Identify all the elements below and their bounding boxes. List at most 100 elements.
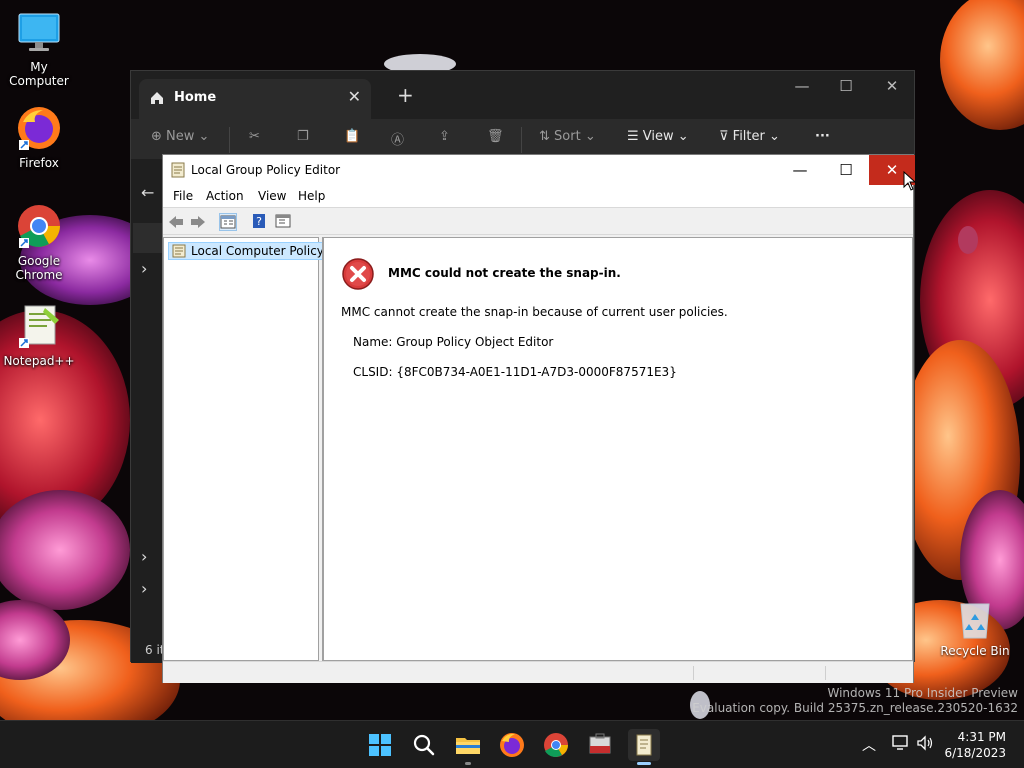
tab-title: Home — [174, 90, 217, 105]
error-title: MMC could not create the snap-in. — [388, 266, 621, 280]
mouse-cursor-icon — [903, 171, 917, 191]
explorer-command-bar: ⊕ New ⌄ ✂ ❐ 📋 Ⓐ ⇪ 🗑 ⇅ Sort ⌄ ☰ View ⌄ ⊽ … — [131, 119, 914, 159]
volume-icon[interactable] — [916, 735, 934, 755]
sort-label: Sort — [554, 129, 581, 144]
clock-date: 6/18/2023 — [944, 746, 1006, 760]
taskbar-chrome[interactable] — [540, 729, 572, 761]
desktop-icon-my-computer[interactable]: My Computer — [0, 8, 78, 88]
error-name: Name: Group Policy Object Editor — [353, 335, 554, 349]
desktop-icon-label: Recycle Bin — [940, 644, 1010, 658]
explorer-nav-strip: ← › › › — [131, 159, 163, 663]
show-hidden-icons-chevron-up-icon[interactable]: ︿ — [862, 735, 876, 755]
desktop-icon-label: Firefox — [19, 156, 59, 170]
minimize-icon[interactable]: — — [779, 77, 825, 95]
policy-scroll-icon — [171, 162, 185, 181]
minimize-button[interactable]: — — [777, 155, 823, 185]
policy-scroll-icon — [636, 734, 652, 756]
windows-logo-icon — [369, 734, 391, 756]
filter-label: Filter — [732, 129, 765, 144]
console-tree-pane: Local Computer Policy — [163, 237, 329, 661]
taskbar-app-toolbox[interactable] — [584, 729, 616, 761]
divider — [229, 127, 230, 153]
clock-time: 4:31 PM — [957, 730, 1006, 744]
tree-item-label: Local Computer Policy — [191, 244, 324, 258]
filter-button[interactable]: ⊽ Filter ⌄ — [719, 129, 780, 144]
close-icon[interactable]: ✕ — [869, 77, 915, 95]
tree-item-local-computer-policy[interactable]: Local Computer Policy — [168, 242, 329, 260]
result-pane: MMC could not create the snap-in. MMC ca… — [322, 237, 913, 661]
divider — [521, 127, 522, 153]
start-button[interactable] — [364, 729, 396, 761]
view-button[interactable]: ☰ View ⌄ — [627, 129, 689, 144]
home-icon — [149, 90, 165, 110]
explorer-tab-bar: Home ✕ + — ☐ ✕ — [131, 71, 914, 119]
chevron-right-icon[interactable]: › — [141, 259, 147, 278]
rename-icon[interactable]: Ⓐ — [391, 129, 404, 148]
group-policy-editor-window[interactable]: Local Group Policy Editor — ☐ ✕ File Act… — [162, 154, 915, 683]
running-indicator — [465, 762, 471, 765]
new-label: New — [166, 129, 195, 144]
menu-help[interactable]: Help — [298, 189, 325, 203]
desktop-icon-label: Google Chrome — [15, 254, 63, 282]
firefox-icon — [15, 104, 63, 152]
delete-icon[interactable]: 🗑 — [487, 129, 504, 144]
paste-icon[interactable]: 📋 — [344, 129, 360, 144]
taskbar-group-policy-editor[interactable] — [628, 729, 660, 765]
gpedit-title-bar[interactable]: Local Group Policy Editor — ☐ ✕ — [163, 155, 915, 185]
menu-view[interactable]: View — [258, 189, 286, 203]
show-hide-action-pane-icon[interactable] — [275, 213, 293, 231]
sort-button[interactable]: ⇅ Sort ⌄ — [539, 129, 596, 144]
maximize-button[interactable]: ☐ — [823, 155, 869, 185]
new-button[interactable]: ⊕ New ⌄ — [151, 129, 209, 144]
desktop-icon-label: My Computer — [9, 60, 69, 88]
toolbar: ? — [163, 207, 913, 235]
taskbar-file-explorer[interactable] — [452, 729, 484, 765]
view-label: View — [642, 129, 674, 144]
search-icon — [413, 734, 435, 756]
forward-icon[interactable] — [189, 213, 207, 231]
status-bar — [163, 661, 913, 683]
desktop-icon-recycle-bin[interactable]: Recycle Bin — [940, 596, 1010, 658]
network-icon[interactable] — [892, 735, 910, 755]
desktop-icon-firefox[interactable]: Firefox — [0, 104, 78, 170]
copy-icon[interactable]: ❐ — [297, 129, 309, 144]
chrome-icon — [544, 733, 568, 757]
recycle-bin-icon — [953, 596, 997, 640]
nav-selected-item[interactable] — [133, 223, 163, 253]
help-icon[interactable]: ? — [251, 213, 269, 231]
svg-text:?: ? — [256, 215, 262, 228]
menu-file[interactable]: File — [173, 189, 193, 203]
show-hide-console-tree-icon[interactable] — [219, 213, 237, 231]
back-arrow-icon[interactable]: ← — [141, 183, 154, 202]
folder-icon — [456, 738, 480, 754]
maximize-icon[interactable]: ☐ — [823, 77, 869, 95]
chevron-right-icon[interactable]: › — [141, 579, 147, 598]
desktop-icon-label: Notepad++ — [3, 354, 75, 368]
error-message: MMC cannot create the snap-in because of… — [341, 305, 728, 319]
watermark-line-2: Evaluation copy. Build 25375.zn_release.… — [692, 701, 1018, 715]
monitor-icon — [15, 8, 63, 56]
search-button[interactable] — [408, 729, 440, 761]
share-icon[interactable]: ⇪ — [439, 129, 450, 144]
new-tab-button[interactable]: + — [397, 83, 414, 107]
toolbox-icon — [589, 733, 611, 754]
status-divider — [825, 666, 826, 680]
window-title: Local Group Policy Editor — [191, 163, 341, 177]
menu-bar: File Action View Help — [163, 185, 913, 207]
chrome-icon — [15, 202, 63, 250]
system-clock[interactable]: 4:31 PM 6/18/2023 — [944, 729, 1006, 761]
close-tab-icon[interactable]: ✕ — [348, 87, 361, 106]
error-clsid: CLSID: {8FC0B734-A0E1-11D1-A7D3-0000F875… — [353, 365, 677, 379]
desktop-icon-notepadpp[interactable]: Notepad++ — [0, 302, 78, 368]
more-options-button[interactable]: ··· — [815, 129, 830, 144]
taskbar-firefox[interactable] — [496, 729, 528, 761]
cut-icon[interactable]: ✂ — [249, 129, 260, 144]
status-divider — [693, 666, 694, 680]
notepadpp-icon — [15, 302, 63, 350]
menu-action[interactable]: Action — [206, 189, 244, 203]
chevron-right-icon[interactable]: › — [141, 547, 147, 566]
taskbar: ︿ 4:31 PM 6/18/2023 — [0, 720, 1024, 768]
back-icon[interactable] — [167, 213, 185, 231]
desktop-icon-google-chrome[interactable]: Google Chrome — [0, 202, 78, 282]
explorer-tab-home[interactable]: Home ✕ — [139, 79, 371, 119]
